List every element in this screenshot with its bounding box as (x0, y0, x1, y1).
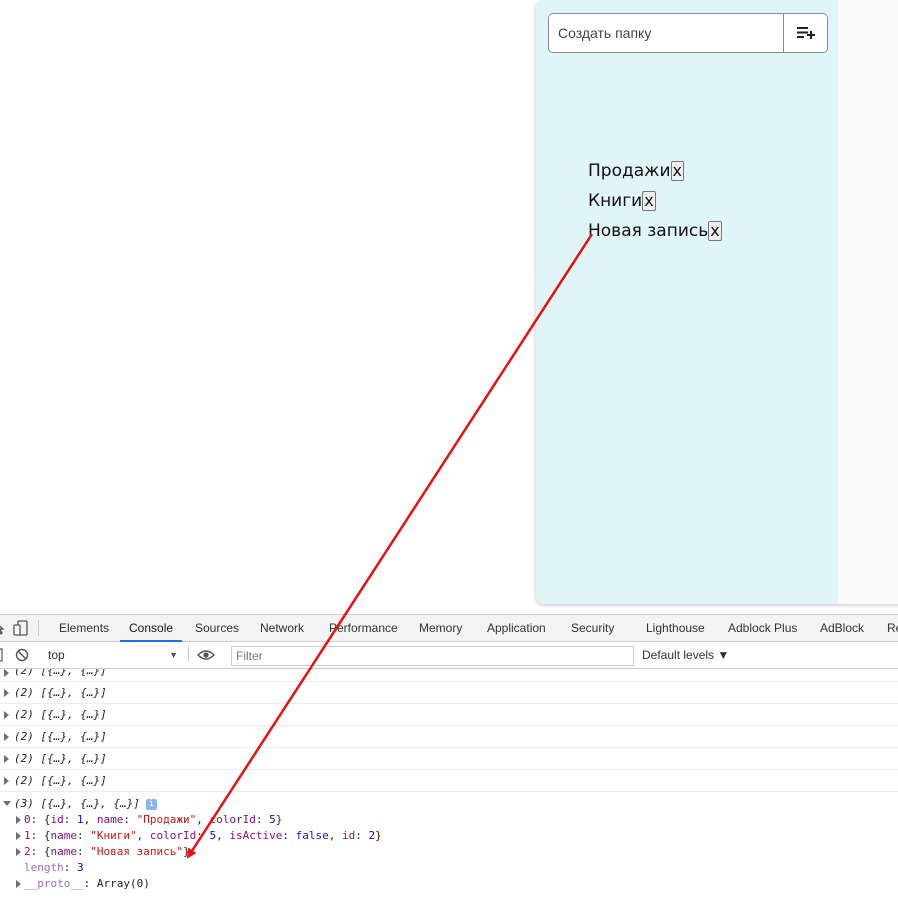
clear-console-icon[interactable] (15, 648, 29, 662)
tab-adblock-plus[interactable]: Adblock Plus (728, 615, 797, 641)
log-text: (2) [{…}, {…}] (14, 730, 107, 743)
console-log-line[interactable]: (2) [{…}, {…}] (0, 704, 898, 726)
create-folder-group (548, 13, 828, 53)
prop-key: length (24, 861, 64, 874)
prop-value: false (295, 829, 329, 842)
console-log-line[interactable]: (2) [{…}, {…}] (0, 770, 898, 792)
expand-triangle-icon[interactable] (16, 816, 21, 824)
console-log-line[interactable]: (2) [{…}, {…}] (0, 682, 898, 704)
inspect-element-icon[interactable] (0, 621, 4, 635)
expand-triangle-icon[interactable] (16, 848, 21, 856)
create-folder-input[interactable] (549, 14, 783, 52)
console-log-line[interactable]: (2) [{…}, {…}] (0, 748, 898, 770)
console-output: (2) [{…}, {…}] (2) [{…}, {…}] (2) [{…}, … (0, 669, 898, 892)
tab-console[interactable]: Console (119, 615, 183, 642)
prop-value: "Новая запись" (90, 845, 183, 858)
tab-security[interactable]: Security (571, 615, 614, 641)
folder-item[interactable]: Новая запись x (588, 216, 722, 246)
tab-lighthouse[interactable]: Lighthouse (646, 615, 705, 641)
prop-key: 1 (24, 829, 31, 842)
folder-name: Новая запись (588, 221, 709, 241)
prop-value: "Продажи" (136, 813, 197, 826)
remove-folder-button[interactable]: x (708, 221, 722, 241)
log-text: (2) [{…}, {…}] (14, 774, 107, 787)
context-select[interactable]: top ▼ (42, 646, 184, 664)
filter-input[interactable] (231, 646, 634, 666)
tab-separator (38, 620, 39, 636)
expand-triangle-icon[interactable] (4, 689, 9, 697)
console-log-line[interactable]: (2) [{…}, {…}] (0, 669, 898, 682)
array-summary[interactable]: (3) [{…}, {…}, {…}] i (3, 794, 898, 812)
expand-triangle-icon[interactable] (4, 777, 9, 785)
prop-key: 0 (24, 813, 31, 826)
log-text: (2) [{…}, {…}] (14, 686, 107, 699)
content-area (838, 0, 898, 604)
tab-network[interactable]: Network (260, 615, 304, 641)
log-text: (2) [{…}, {…}] (14, 708, 107, 721)
expand-triangle-icon[interactable] (16, 832, 21, 840)
tab-more[interactable]: Re (887, 615, 898, 641)
devtools-panel: Elements Console Sources Network Perform… (0, 614, 898, 913)
prop-value: 1 (77, 813, 84, 826)
remove-folder-button[interactable]: x (642, 191, 656, 211)
sidebar: Продажиx Книгиx Новая записьx (536, 0, 838, 604)
playlist-add-icon (796, 27, 815, 39)
folder-name: Продажи (588, 161, 671, 181)
tab-sources[interactable]: Sources (195, 615, 239, 641)
create-folder-button[interactable] (783, 14, 827, 52)
expanded-log-entry: (3) [{…}, {…}, {…}] i 0: {id: 1, name: "П… (0, 792, 898, 892)
expand-triangle-icon[interactable] (4, 733, 9, 741)
log-levels-dropdown[interactable]: Default levels ▼ (642, 648, 729, 662)
prop-value: 5 (269, 813, 276, 826)
expand-triangle-icon[interactable] (4, 711, 9, 719)
array-length: length: 3 (24, 861, 84, 874)
array-item-2[interactable]: 2: {name: "Новая запись"} (14, 844, 898, 860)
folder-list: Продажи x Книги x Новая запись x (588, 156, 722, 246)
remove-folder-button[interactable]: x (670, 161, 684, 181)
info-icon[interactable]: i (145, 798, 157, 810)
prop-key: 2 (24, 845, 31, 858)
device-toolbar-icon[interactable] (13, 620, 29, 636)
tab-application[interactable]: Application (487, 615, 546, 641)
tab-performance[interactable]: Performance (329, 615, 398, 641)
devtools-tab-bar: Elements Console Sources Network Perform… (0, 615, 898, 642)
log-text: (2) [{…}, {…}] (14, 752, 107, 765)
array-item-0[interactable]: 0: {id: 1, name: "Продажи", colorId: 5} (14, 812, 898, 828)
collapse-triangle-icon[interactable] (3, 801, 11, 806)
sidebar-toggle-icon[interactable] (0, 648, 4, 662)
folder-item[interactable]: Книги x (588, 186, 722, 216)
app-card: Продажиx Книгиx Новая записьx (536, 0, 898, 604)
array-item-1[interactable]: 1: {name: "Книги", colorId: 5, isActive:… (14, 828, 898, 844)
log-text: (3) [{…}, {…}, {…}] (14, 797, 140, 810)
tab-elements[interactable]: Elements (59, 615, 109, 641)
context-value: top (48, 648, 65, 662)
tab-memory[interactable]: Memory (419, 615, 462, 641)
expand-triangle-icon[interactable] (4, 755, 9, 763)
log-text: (2) [{…}, {…}] (14, 669, 107, 677)
folder-item[interactable]: Продажи x (588, 156, 722, 186)
expand-triangle-icon[interactable] (16, 880, 21, 888)
prop-key: __proto__ (24, 877, 84, 890)
expand-triangle-icon[interactable] (4, 669, 9, 677)
prop-value: "Книги" (90, 829, 137, 842)
console-toolbar: top ▼ Default levels ▼ (0, 642, 898, 669)
prop-value: 2 (368, 829, 376, 842)
dropdown-caret-icon: ▼ (169, 650, 178, 660)
prop-value: Array(0) (96, 877, 150, 890)
prop-value: 5 (209, 829, 217, 842)
console-log-line[interactable]: (2) [{…}, {…}] (0, 726, 898, 748)
toolbar-separator (188, 646, 189, 662)
folder-name: Книги (588, 191, 643, 211)
eye-icon[interactable] (197, 649, 215, 661)
prop-value: 3 (77, 861, 84, 874)
array-proto[interactable]: __proto__: Array(0) (14, 876, 898, 892)
tab-adblock[interactable]: AdBlock (820, 615, 864, 641)
